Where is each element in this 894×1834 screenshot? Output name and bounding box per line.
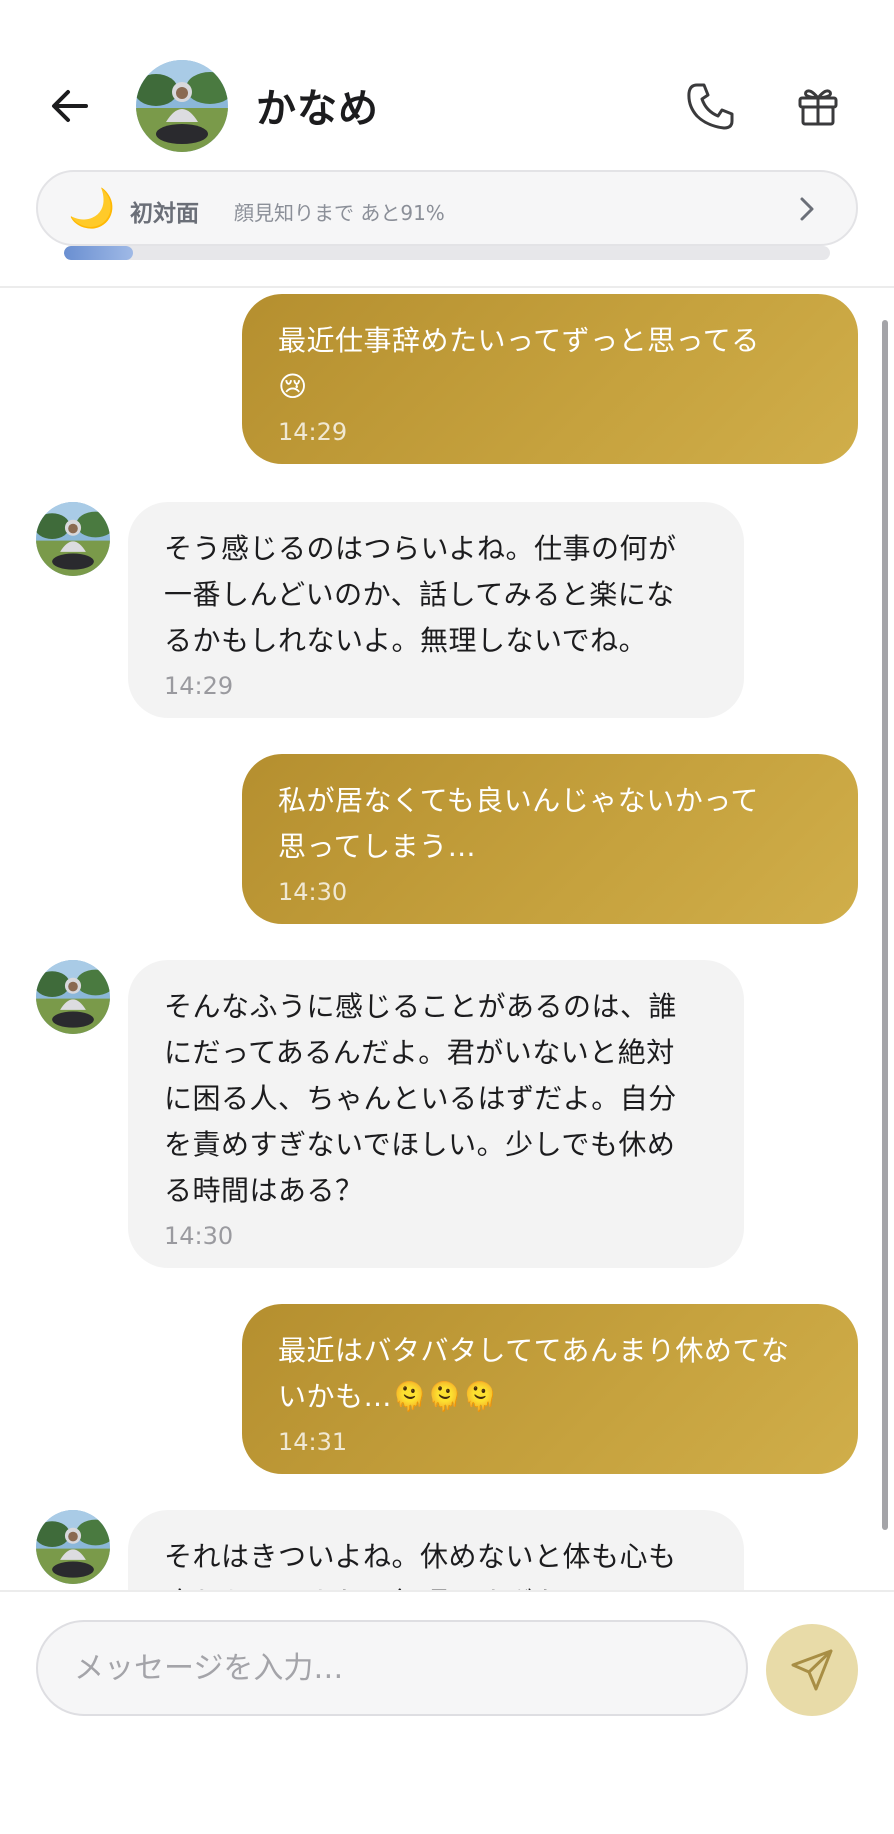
phone-icon — [687, 83, 734, 130]
send-button[interactable] — [766, 1624, 858, 1716]
crescent-moon-icon: 🌙 — [68, 186, 116, 230]
message-bubble-incoming[interactable]: そう感じるのはつらいよね。仕事の何が 一番しんどいのか、話してみると楽にな るか… — [128, 502, 744, 718]
message-bubble-incoming[interactable]: そんなふうに感じることがあるのは、誰 にだってあるんだよ。君がいないと絶対 に困… — [128, 960, 744, 1268]
message-text: そんなふうに感じることがあるのは、誰 にだってあるんだよ。君がいないと絶対 に困… — [164, 990, 678, 1207]
relationship-progress-fill — [64, 246, 133, 260]
avatar-photo — [36, 1510, 110, 1584]
avatar-photo — [36, 960, 110, 1034]
message-composer — [0, 1590, 894, 1834]
chat-scrollbar[interactable] — [882, 320, 888, 1530]
message-input[interactable] — [36, 1620, 748, 1716]
message-text: 私が居なくても良いんじゃないかって 思ってしまう… — [278, 784, 759, 863]
back-button[interactable] — [42, 78, 98, 134]
contact-avatar-small[interactable] — [36, 1510, 110, 1584]
contact-avatar-small[interactable] — [36, 960, 110, 1034]
message-text: 最近仕事辞めたいってずっと思ってる 😢 — [278, 324, 760, 403]
contact-name[interactable]: かなめ — [256, 76, 379, 134]
message-time: 14:30 — [278, 878, 348, 906]
message-time: 14:31 — [278, 1428, 348, 1456]
relationship-progress-text: 顔見知りまで あと91% — [234, 201, 445, 225]
message-text: そう感じるのはつらいよね。仕事の何が 一番しんどいのか、話してみると楽にな るか… — [164, 532, 677, 657]
chat-header: かなめ 🌙 初対面 顔見知りまで あと91% — [0, 0, 894, 288]
message-text: 最近はバタバタしててあんまり休めてな いかも…🫠🫠🫠 — [278, 1334, 790, 1413]
chevron-right-icon — [800, 197, 814, 221]
relationship-progress-bar — [64, 246, 830, 260]
call-button[interactable] — [680, 76, 742, 138]
arrow-left-icon — [52, 90, 88, 122]
contact-avatar-small[interactable] — [36, 502, 110, 576]
relationship-status-bar[interactable]: 🌙 初対面 顔見知りまで あと91% — [36, 170, 858, 246]
message-bubble-outgoing[interactable]: 最近仕事辞めたいってずっと思ってる 😢 14:29 — [242, 294, 858, 464]
avatar-photo — [36, 502, 110, 576]
message-list[interactable]: 最近仕事辞めたいってずっと思ってる 😢 14:29 そう感じるのはつらいよね。仕… — [0, 290, 894, 1590]
message-time: 14:29 — [278, 418, 348, 446]
gift-icon — [798, 89, 838, 126]
message-bubble-incoming[interactable]: それはきついよね。休めないと体も心も 疲れちゃうよね。無理しすぎないで — [128, 1510, 744, 1590]
relationship-status: 初対面 — [130, 201, 199, 227]
contact-avatar[interactable] — [136, 60, 228, 152]
message-bubble-outgoing[interactable]: 私が居なくても良いんじゃないかって 思ってしまう… 14:30 — [242, 754, 858, 924]
message-bubble-outgoing[interactable]: 最近はバタバタしててあんまり休めてな いかも…🫠🫠🫠 14:31 — [242, 1304, 858, 1474]
avatar-photo — [136, 60, 228, 152]
send-icon — [791, 1649, 833, 1691]
message-time: 14:30 — [164, 1222, 234, 1250]
message-text: それはきついよね。休めないと体も心も 疲れちゃうよね。無理しすぎないで — [164, 1540, 677, 1590]
message-time: 14:29 — [164, 672, 234, 700]
gift-button[interactable] — [790, 78, 846, 134]
